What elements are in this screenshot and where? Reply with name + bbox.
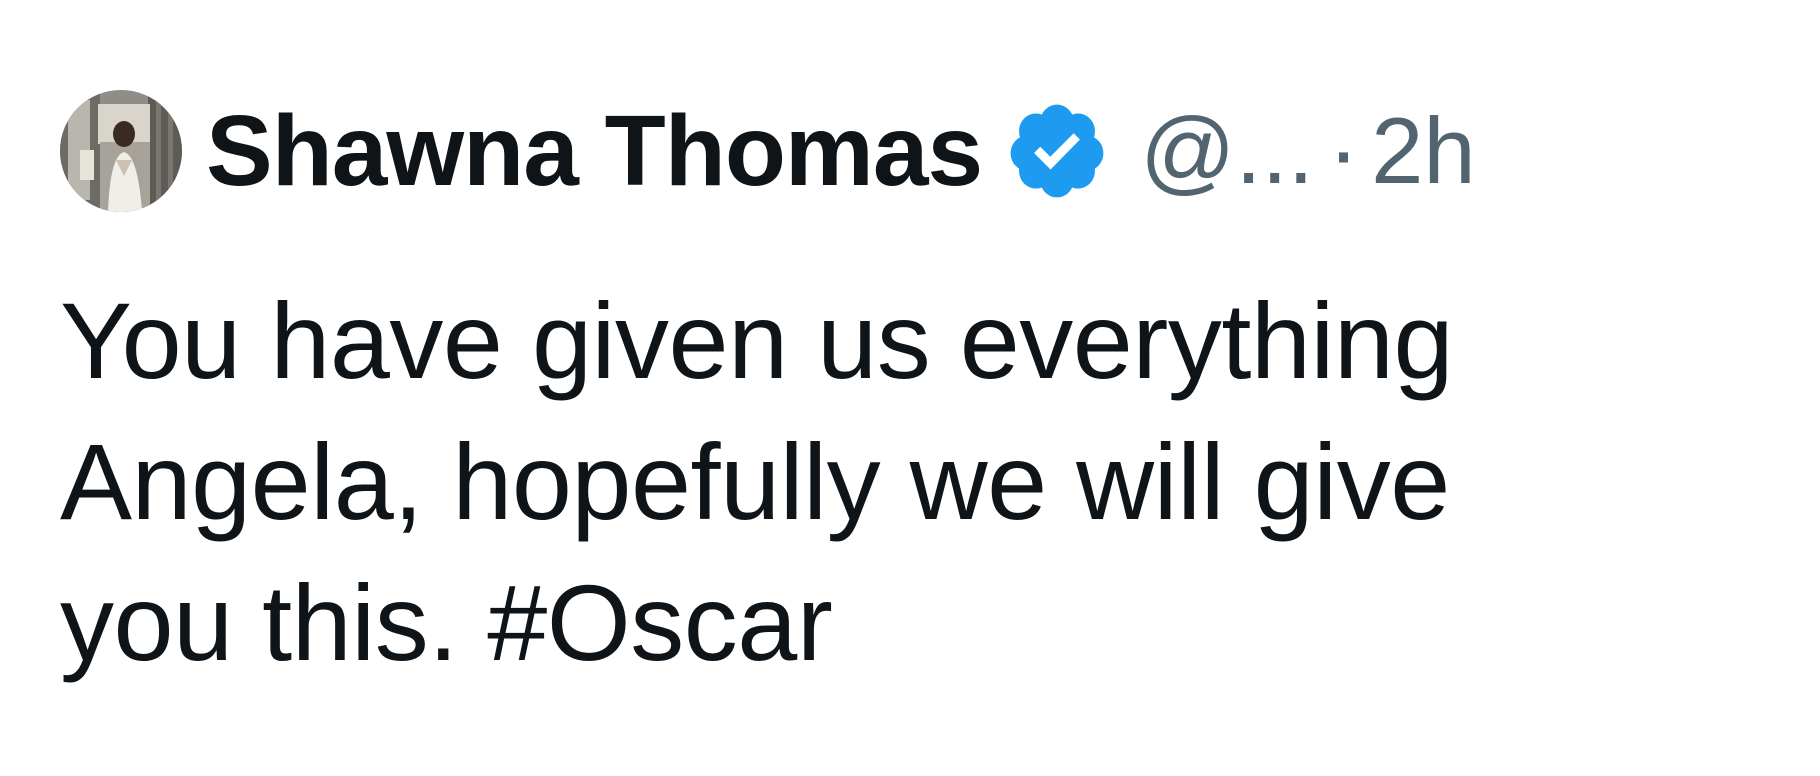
author-display-name[interactable]: Shawna Thomas xyxy=(206,101,983,201)
timestamp[interactable]: 2h xyxy=(1371,104,1476,198)
separator-dot: · xyxy=(1327,98,1360,203)
avatar[interactable] xyxy=(60,90,182,212)
tweet-card[interactable]: Shawna Thomas @... · 2h You have given u… xyxy=(0,0,1820,776)
author-handle[interactable]: @... xyxy=(1140,104,1314,198)
tweet-header: Shawna Thomas @... · 2h xyxy=(60,88,1476,214)
profile-photo-icon xyxy=(60,90,182,212)
tweet-text-line: You have given us everything xyxy=(60,280,1454,401)
tweet-text-line: Angela, hopefully we will give xyxy=(60,421,1450,542)
tweet-text: You have given us everything Angela, hop… xyxy=(60,270,1800,693)
tweet-text-line: you this. #Oscar xyxy=(60,562,833,683)
verified-badge-icon[interactable] xyxy=(1004,98,1110,204)
